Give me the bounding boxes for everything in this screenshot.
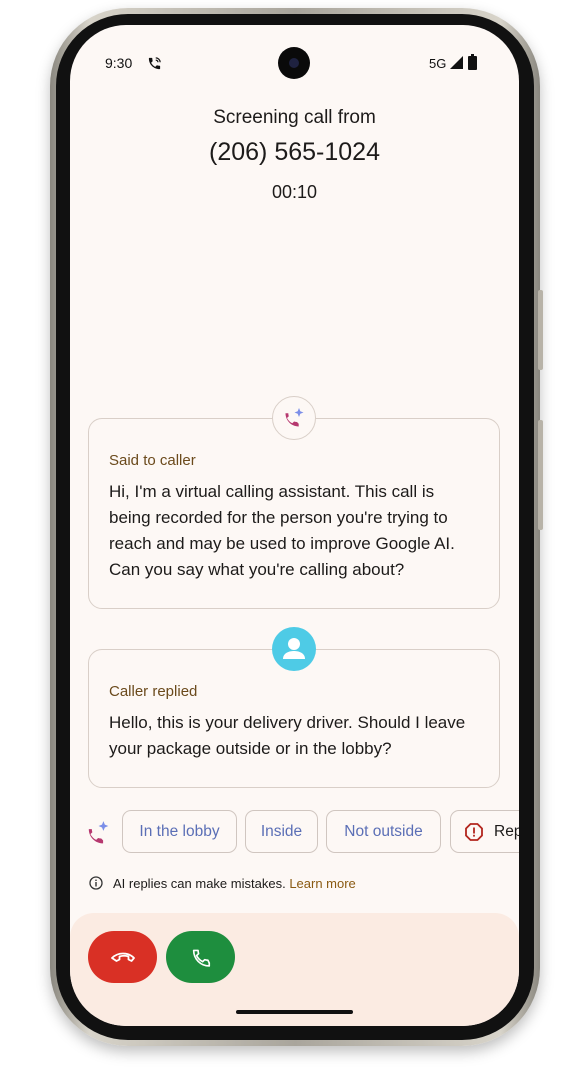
ai-reply-sparkle-icon [88,821,109,844]
decline-button[interactable] [88,931,157,983]
status-time: 9:30 [105,55,133,71]
message-label: Caller replied [109,683,198,700]
screen: 9:30 5G Screening call from (206) 565-10… [70,25,519,1026]
front-camera [278,47,310,79]
person-avatar-icon [272,627,316,671]
volume-button [538,420,543,530]
power-button [538,290,543,370]
battery-icon [468,54,477,70]
reply-chip-not-outside[interactable]: Not outside [326,810,441,853]
call-in-progress-icon [148,57,161,70]
signal-icon [450,56,463,69]
disclaimer: AI replies can make mistakes. Learn more [113,876,356,891]
caller-number: (206) 565-1024 [209,138,380,166]
info-icon [89,876,103,890]
screening-title: Screening call from [213,107,376,128]
learn-more-link[interactable]: Learn more [289,876,355,891]
reply-chip-in-the-lobby[interactable]: In the lobby [122,810,237,853]
report-chip-label: Rep [494,822,519,840]
hang-up-icon [110,952,135,962]
message-text: Hello, this is your delivery driver. Sho… [109,713,466,758]
home-indicator[interactable] [236,1010,353,1014]
network-type: 5G [429,56,447,71]
ai-phone-sparkle-icon [272,396,316,440]
message-text: Hi, I'm a virtual calling assistant. Thi… [109,482,455,579]
disclaimer-text: AI replies can make mistakes. [113,876,286,891]
reply-chip-inside[interactable]: Inside [245,810,318,853]
said-to-caller-card: Said to caller Hi, I'm a virtual calling… [88,418,500,609]
answer-button[interactable] [166,931,235,983]
report-icon [465,822,483,841]
phone-icon [192,949,210,967]
call-timer: 00:10 [271,182,318,202]
report-chip[interactable]: Rep [450,810,519,853]
message-label: Said to caller [109,452,196,469]
